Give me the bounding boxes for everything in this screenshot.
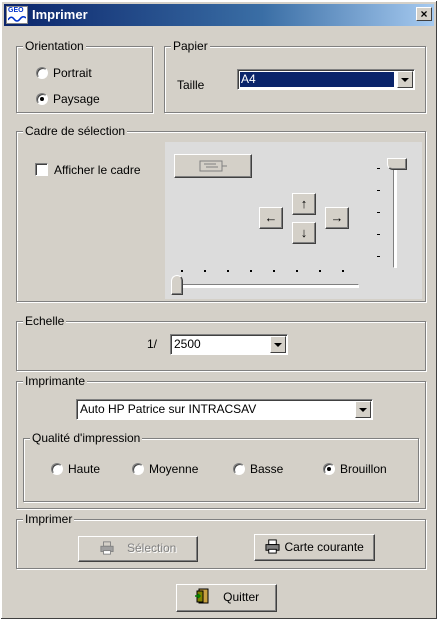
- chevron-down-icon[interactable]: [270, 336, 286, 353]
- imprimante-group: Imprimante Auto HP Patrice sur INTRACSAV…: [16, 374, 426, 509]
- horizontal-tick: [273, 270, 275, 272]
- cadre-group: Cadre de sélection Afficher le cadre ↑ ←: [16, 124, 426, 302]
- taille-label: Taille: [177, 78, 205, 92]
- papier-legend: Papier: [171, 39, 210, 53]
- afficher-cadre-box[interactable]: [35, 163, 48, 176]
- taille-value: A4: [240, 72, 394, 87]
- radio-basse-label: Basse: [250, 462, 284, 476]
- arrow-left-icon: ←: [264, 210, 278, 225]
- vertical-slider-track[interactable]: [393, 162, 397, 268]
- move-down-button[interactable]: ↓: [292, 222, 316, 244]
- selection-button[interactable]: Sélection: [78, 536, 198, 562]
- quitter-button[interactable]: Quitter: [176, 584, 277, 612]
- radio-brouillon-label: Brouillon: [340, 462, 387, 476]
- qualite-legend: Qualité d'impression: [30, 431, 143, 445]
- orientation-legend: Orientation: [23, 39, 86, 53]
- vertical-slider[interactable]: [373, 158, 413, 276]
- printer-value: Auto HP Patrice sur INTRACSAV: [80, 402, 257, 416]
- horizontal-tick: [204, 270, 206, 272]
- exit-door-icon: [194, 588, 209, 604]
- radio-basse[interactable]: Basse: [233, 461, 303, 477]
- horizontal-tick: [250, 270, 252, 272]
- radio-brouillon[interactable]: Brouillon: [323, 461, 413, 477]
- qualite-group: Qualité d'impression Haute Moyenne Basse…: [23, 431, 419, 502]
- arrow-right-icon: →: [330, 210, 344, 225]
- app-icon-text: GEO: [8, 7, 24, 14]
- move-up-button[interactable]: ↑: [292, 193, 316, 215]
- radio-haute-circle[interactable]: [51, 463, 63, 475]
- close-icon: ×: [420, 7, 428, 21]
- horizontal-tick: [296, 270, 298, 272]
- vertical-slider-thumb[interactable]: [387, 158, 407, 170]
- papier-group: Papier Taille A4: [164, 39, 426, 113]
- cadre-legend: Cadre de sélection: [23, 124, 128, 138]
- echelle-value: 2500: [174, 337, 201, 351]
- imprimer-group: Imprimer Sélection Carte courante: [16, 512, 426, 569]
- quitter-label: Quitter: [223, 590, 260, 604]
- printer-icon: [265, 539, 280, 554]
- printer-select[interactable]: Auto HP Patrice sur INTRACSAV: [76, 399, 373, 420]
- horizontal-tick: [319, 270, 321, 272]
- vertical-tick: [377, 168, 380, 169]
- radio-basse-circle[interactable]: [233, 463, 245, 475]
- radio-paysage-label: Paysage: [53, 92, 100, 106]
- print-dialog: GEO Imprimer × Orientation Portrait Pays…: [0, 0, 438, 620]
- frame-icon: [199, 160, 227, 172]
- radio-paysage[interactable]: Paysage: [36, 91, 136, 107]
- horizontal-tick: [181, 270, 183, 272]
- window-title: Imprimer: [32, 7, 88, 22]
- radio-moyenne-label: Moyenne: [149, 462, 199, 476]
- radio-portrait[interactable]: Portrait: [36, 65, 136, 81]
- arrow-down-icon: ↓: [300, 225, 308, 240]
- selection-label: Sélection: [126, 541, 177, 555]
- horizontal-slider[interactable]: [171, 260, 363, 296]
- echelle-select[interactable]: 2500: [170, 334, 288, 355]
- afficher-cadre-checkbox[interactable]: Afficher le cadre: [35, 162, 175, 178]
- orientation-group: Orientation Portrait Paysage: [16, 39, 153, 113]
- carte-courante-button[interactable]: Carte courante: [254, 534, 375, 561]
- imprimer-legend: Imprimer: [23, 512, 75, 526]
- vertical-tick: [377, 256, 380, 257]
- afficher-cadre-label: Afficher le cadre: [54, 163, 141, 177]
- radio-haute-label: Haute: [68, 462, 101, 476]
- close-button[interactable]: ×: [416, 7, 432, 21]
- selection-preview-area: ↑ ← → ↓: [165, 142, 422, 299]
- radio-portrait-label: Portrait: [53, 66, 92, 80]
- printer-icon: [100, 541, 114, 555]
- wave-icon: [8, 15, 26, 22]
- radio-moyenne-circle[interactable]: [132, 463, 144, 475]
- chevron-down-icon[interactable]: [397, 71, 413, 88]
- taille-select[interactable]: A4: [237, 69, 415, 90]
- radio-portrait-circle[interactable]: [36, 67, 48, 79]
- radio-paysage-circle[interactable]: [36, 93, 48, 105]
- title-bar: GEO Imprimer ×: [4, 4, 434, 26]
- horizontal-slider-thumb[interactable]: [171, 275, 183, 295]
- chevron-down-icon[interactable]: [355, 401, 371, 418]
- vertical-tick: [377, 234, 380, 235]
- geo-app-icon: GEO: [6, 6, 28, 24]
- imprimante-legend: Imprimante: [23, 374, 88, 388]
- radio-moyenne[interactable]: Moyenne: [132, 461, 217, 477]
- carte-courante-label: Carte courante: [284, 540, 364, 554]
- arrow-up-icon: ↑: [300, 196, 308, 211]
- radio-brouillon-circle[interactable]: [323, 463, 335, 475]
- frame-toggle-button[interactable]: [174, 154, 252, 178]
- echelle-prefix: 1/: [147, 337, 158, 351]
- radio-haute[interactable]: Haute: [51, 461, 121, 477]
- move-left-button[interactable]: ←: [259, 207, 283, 229]
- horizontal-tick: [342, 270, 344, 272]
- horizontal-tick: [227, 270, 229, 272]
- move-right-button[interactable]: →: [325, 207, 349, 229]
- horizontal-slider-track[interactable]: [175, 284, 359, 288]
- vertical-tick: [377, 212, 380, 213]
- vertical-tick: [377, 190, 380, 191]
- echelle-group: Echelle 1/ 2500: [16, 314, 426, 371]
- echelle-legend: Echelle: [23, 314, 67, 328]
